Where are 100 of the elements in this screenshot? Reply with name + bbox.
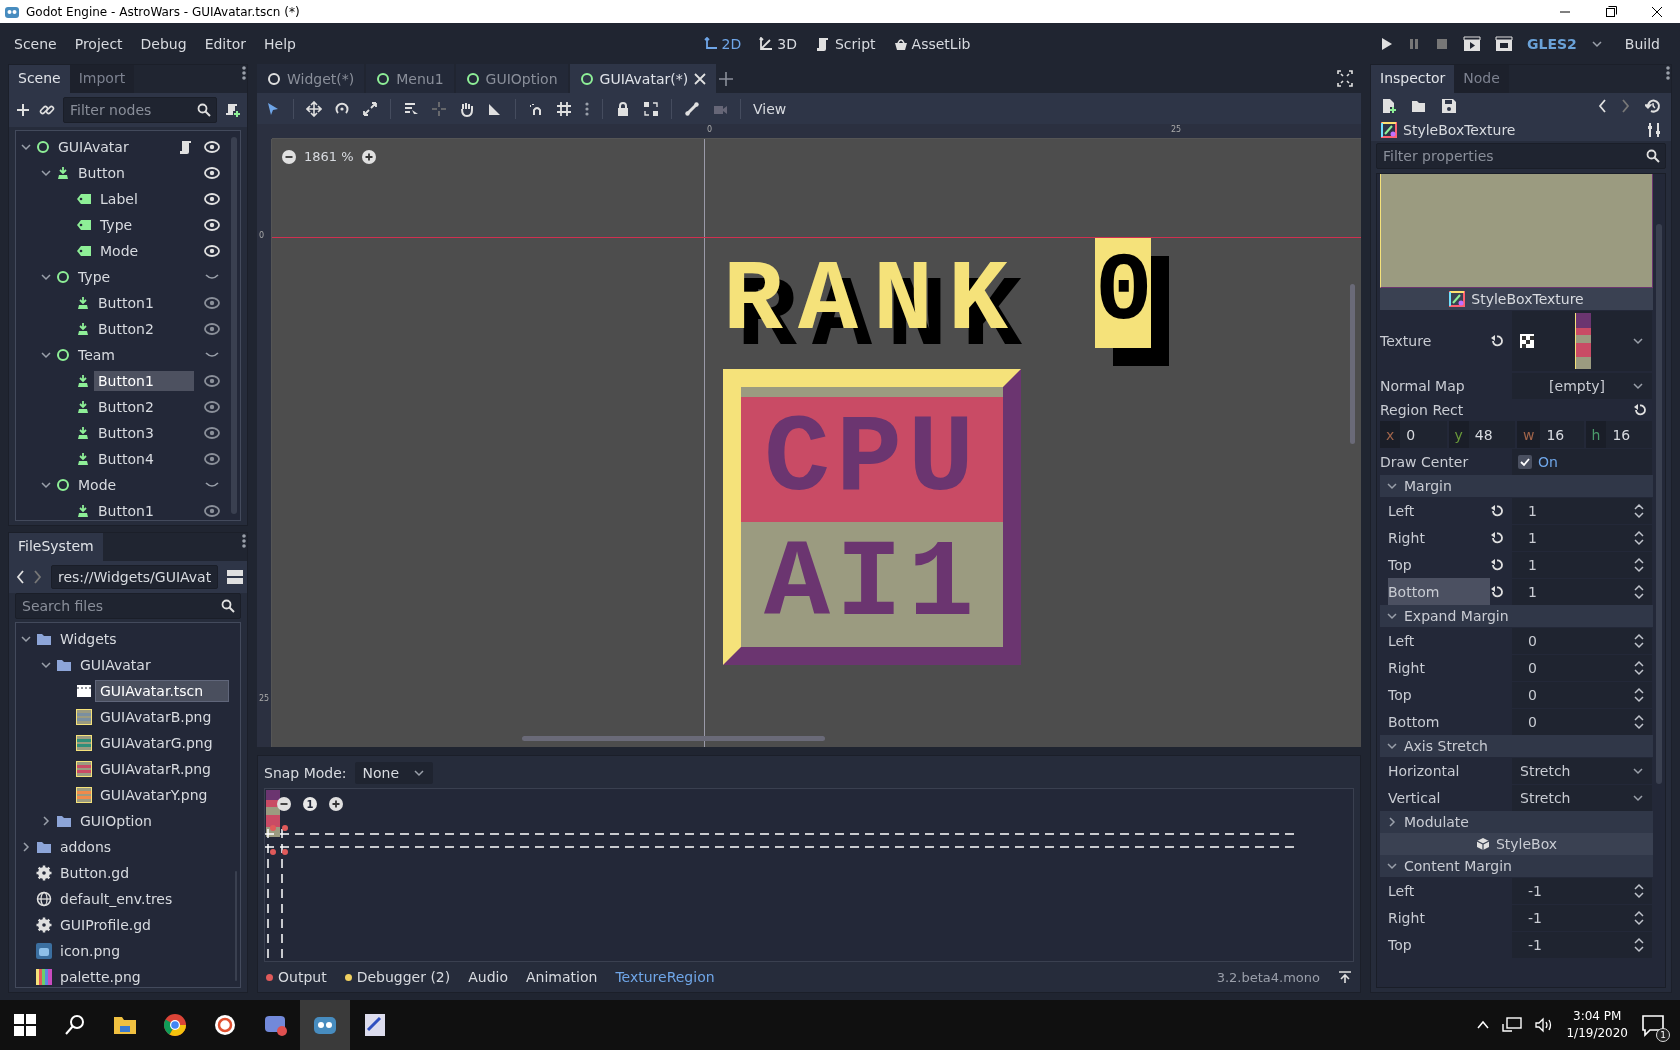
tree-item[interactable]: Button1 xyxy=(94,501,194,520)
ring-app-icon[interactable] xyxy=(212,1012,238,1038)
pin-panel-icon[interactable] xyxy=(1338,970,1352,984)
filter-field[interactable]: Filter nodes xyxy=(63,97,217,123)
number-field[interactable]: 0 xyxy=(1512,708,1652,735)
tab[interactable]: Import xyxy=(69,65,135,93)
section-header[interactable]: Expand Margin xyxy=(1380,605,1653,627)
close-icon[interactable] xyxy=(694,72,707,85)
spin-arrows-icon[interactable] xyxy=(1634,556,1644,573)
lock-icon[interactable] xyxy=(615,100,631,117)
spin-arrows-icon[interactable] xyxy=(1634,686,1644,703)
menu-item[interactable]: Help xyxy=(256,31,304,56)
attach-script-icon[interactable] xyxy=(225,102,241,118)
browser-icon[interactable] xyxy=(162,1012,188,1038)
spin-arrows-icon[interactable] xyxy=(1634,583,1644,600)
tree-item[interactable]: Button2 xyxy=(94,319,194,339)
tab[interactable]: Scene xyxy=(9,65,70,93)
resource-dropdown[interactable]: [empty] xyxy=(1512,372,1652,399)
eye-icon[interactable] xyxy=(204,425,220,441)
tree-item[interactable]: Type xyxy=(74,267,194,287)
spin-arrows-icon[interactable] xyxy=(1634,502,1644,519)
scrollbar[interactable] xyxy=(231,137,237,514)
file-item[interactable]: palette.png xyxy=(56,967,145,987)
object-properties-icon[interactable] xyxy=(1647,122,1661,138)
tab[interactable]: GUIAvatar(*) xyxy=(569,64,717,93)
list-select-icon[interactable] xyxy=(403,100,419,117)
tree-item[interactable]: Team xyxy=(74,345,194,365)
spin-arrows-icon[interactable] xyxy=(1634,882,1644,899)
number-field[interactable]: x 0 xyxy=(1380,421,1447,448)
dropdown[interactable]: Stretch xyxy=(1512,757,1652,784)
file-item[interactable]: GUIAvatarY.png xyxy=(96,785,212,805)
windows-start-icon[interactable] xyxy=(12,1012,38,1038)
grid-snap-icon[interactable] xyxy=(556,100,572,117)
file-item[interactable]: GUIAvatar xyxy=(76,655,155,675)
zoom-out-icon[interactable] xyxy=(282,149,296,164)
eye-icon[interactable] xyxy=(204,399,220,415)
file-item[interactable]: Button.gd xyxy=(56,863,134,883)
scrollbar[interactable] xyxy=(522,736,825,741)
revert-icon[interactable] xyxy=(1490,503,1504,518)
section-header[interactable]: Margin xyxy=(1380,475,1653,497)
tab[interactable]: Menu1 xyxy=(366,64,454,93)
file-item[interactable]: GUIOption xyxy=(76,811,156,831)
eye-icon[interactable] xyxy=(204,139,220,155)
revert-icon[interactable] xyxy=(1490,584,1504,599)
more-options-icon[interactable] xyxy=(241,533,247,549)
split-view-icon[interactable] xyxy=(226,569,245,585)
menu-item[interactable]: Scene xyxy=(6,31,65,56)
more-options-icon[interactable] xyxy=(241,65,247,81)
tree-item[interactable]: Label xyxy=(96,189,194,209)
menu-item[interactable]: Project xyxy=(66,31,131,56)
tree-item[interactable]: Mode xyxy=(74,475,194,495)
panel-tab[interactable]: Debugger (2) xyxy=(344,969,451,985)
back-icon[interactable] xyxy=(1597,98,1607,114)
file-item[interactable]: default_env.tres xyxy=(56,889,177,909)
forward-icon[interactable] xyxy=(33,569,43,585)
group-icon[interactable] xyxy=(643,100,659,117)
menu-item[interactable]: Editor xyxy=(196,31,255,56)
revert-icon[interactable] xyxy=(1490,557,1504,572)
zoom-out-icon[interactable] xyxy=(277,797,291,811)
move-icon[interactable] xyxy=(306,100,322,117)
number-field[interactable]: -1 xyxy=(1512,877,1652,904)
play-custom-scene-icon[interactable] xyxy=(1495,35,1514,52)
script-icon[interactable] xyxy=(178,139,194,155)
file-item[interactable]: GUIAvatarG.png xyxy=(96,733,217,753)
path-field[interactable]: res://Widgets/GUIAvat xyxy=(51,565,219,589)
file-item[interactable]: Widgets xyxy=(56,629,121,649)
number-field[interactable]: 1 xyxy=(1512,551,1652,578)
workspace-button[interactable]: 2D xyxy=(701,32,744,55)
save-icon[interactable] xyxy=(1441,98,1457,114)
panel-tab[interactable]: Animation xyxy=(526,969,598,985)
tab[interactable]: FileSystem xyxy=(9,533,103,561)
eye-icon[interactable] xyxy=(204,321,220,337)
eye-icon[interactable] xyxy=(204,243,220,259)
number-field[interactable]: 1 xyxy=(1512,578,1652,605)
filter-field[interactable]: Filter properties xyxy=(1376,143,1666,169)
dropdown-caret-icon[interactable] xyxy=(413,767,426,779)
editor-app-icon[interactable] xyxy=(362,1012,388,1038)
zoom-reset-button[interactable]: 1 xyxy=(303,797,317,811)
build-button[interactable]: Build xyxy=(1616,31,1668,56)
scrollbar[interactable] xyxy=(1350,284,1355,444)
spin-arrows-icon[interactable] xyxy=(1634,713,1644,730)
zoom-in-icon[interactable] xyxy=(329,797,343,811)
back-icon[interactable] xyxy=(15,569,25,585)
new-resource-icon[interactable] xyxy=(1381,98,1397,114)
workspace-button[interactable]: Script xyxy=(812,32,878,55)
more-options-icon[interactable] xyxy=(584,100,590,117)
file-item[interactable]: GUIAvatarB.png xyxy=(96,707,216,727)
tree-item[interactable]: Button xyxy=(74,163,194,183)
number-field[interactable]: -1 xyxy=(1512,904,1652,931)
number-field[interactable]: h 16 xyxy=(1585,421,1652,448)
spin-arrows-icon[interactable] xyxy=(1634,909,1644,926)
file-item[interactable]: GUIAvatarR.png xyxy=(96,759,215,779)
tree-item[interactable]: Mode xyxy=(96,241,194,261)
revert-icon[interactable] xyxy=(1633,403,1647,417)
panel-tab[interactable]: TextureRegion xyxy=(615,969,715,985)
spin-arrows-icon[interactable] xyxy=(1634,632,1644,649)
tree-item[interactable]: GUIAvatar xyxy=(54,137,174,157)
zoom-in-icon[interactable] xyxy=(361,149,376,164)
eye-icon[interactable] xyxy=(204,217,220,233)
workspace-button[interactable]: 3D xyxy=(757,32,799,55)
